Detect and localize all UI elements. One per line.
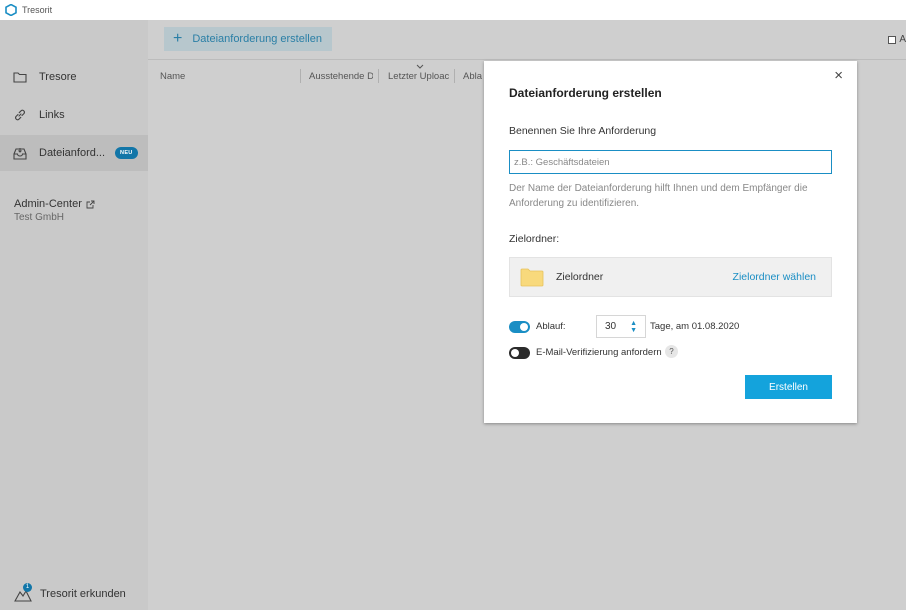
sidebar-item-links[interactable]: Links bbox=[0, 97, 148, 133]
sidebar-item-tresore[interactable]: Tresore bbox=[0, 59, 148, 95]
column-header-pending[interactable]: Ausstehende D bbox=[309, 71, 373, 82]
external-link-icon bbox=[86, 200, 95, 208]
link-icon bbox=[15, 109, 25, 121]
create-file-request-dialog: × Dateianforderung erstellen Benennen Si… bbox=[484, 61, 857, 423]
expiry-days-stepper[interactable]: 30 ▲ ▼ bbox=[596, 315, 646, 338]
expiry-label: Ablauf: bbox=[536, 321, 566, 332]
target-folder-label: Zielordner: bbox=[509, 233, 560, 245]
sidebar-item-file-requests[interactable]: Dateianford... NEU bbox=[0, 135, 148, 171]
request-name-label: Benennen Sie Ihre Anforderung bbox=[509, 125, 657, 137]
checkbox-icon bbox=[888, 35, 897, 44]
column-separator bbox=[454, 69, 455, 83]
close-icon[interactable]: × bbox=[834, 67, 843, 84]
app-title: Tresorit bbox=[22, 5, 53, 15]
notification-badge: 1 bbox=[23, 583, 32, 592]
create-file-request-button[interactable]: + Dateianforderung erstellen bbox=[164, 27, 332, 51]
column-header-expiry[interactable]: Abla bbox=[463, 71, 485, 82]
help-icon[interactable]: ? bbox=[665, 345, 678, 358]
choose-target-folder-link[interactable]: Zielordner wählen bbox=[733, 271, 816, 283]
explore-tresorit-button[interactable]: 1 Tresorit erkunden bbox=[14, 583, 126, 603]
inbox-icon bbox=[13, 147, 27, 160]
stepper-arrows-icon[interactable]: ▲ ▼ bbox=[630, 320, 637, 334]
request-name-help: Der Name der Dateianforderung hilft Ihne… bbox=[509, 183, 808, 209]
column-separator bbox=[378, 69, 379, 83]
folder-icon bbox=[13, 72, 27, 83]
expiry-date-text: Tage, am 01.08.2020 bbox=[650, 321, 740, 332]
expiry-toggle[interactable] bbox=[509, 321, 530, 333]
explore-label: Tresorit erkunden bbox=[40, 588, 126, 600]
plus-icon: + bbox=[173, 30, 183, 47]
select-all-checkbox[interactable]: A bbox=[888, 34, 906, 45]
sidebar-item-label: Tresore bbox=[39, 71, 77, 83]
new-badge: NEU bbox=[115, 147, 138, 159]
title-bar: Tresorit bbox=[0, 0, 906, 20]
target-folder-name: Zielordner bbox=[556, 271, 604, 283]
sidebar: Tresore Links Dateianford... NEU Admin-C… bbox=[0, 20, 148, 610]
admin-center[interactable]: Admin-Center Test GmbH bbox=[14, 198, 95, 223]
email-verification-toggle[interactable] bbox=[509, 347, 530, 359]
request-name-input[interactable] bbox=[509, 150, 832, 174]
organization-name: Test GmbH bbox=[14, 212, 65, 223]
tresorit-logo-icon bbox=[5, 4, 17, 16]
sidebar-item-label: Dateianford... bbox=[39, 147, 106, 159]
sort-chevron-icon bbox=[416, 64, 424, 69]
folder-icon bbox=[520, 268, 544, 287]
email-verification-label: E-Mail-Verifizierung anfordern bbox=[536, 347, 662, 358]
column-separator bbox=[300, 69, 301, 83]
sidebar-item-label: Links bbox=[39, 109, 65, 121]
dialog-title: Dateianforderung erstellen bbox=[509, 86, 662, 100]
admin-center-link[interactable]: Admin-Center bbox=[14, 198, 82, 210]
target-folder-box: Zielordner Zielordner wählen bbox=[509, 257, 832, 297]
column-header-last-upload[interactable]: Letzter Uploac bbox=[388, 71, 450, 82]
column-header-name[interactable]: Name bbox=[160, 71, 185, 82]
create-button[interactable]: Erstellen bbox=[745, 375, 832, 399]
list-header-divider bbox=[148, 59, 906, 60]
